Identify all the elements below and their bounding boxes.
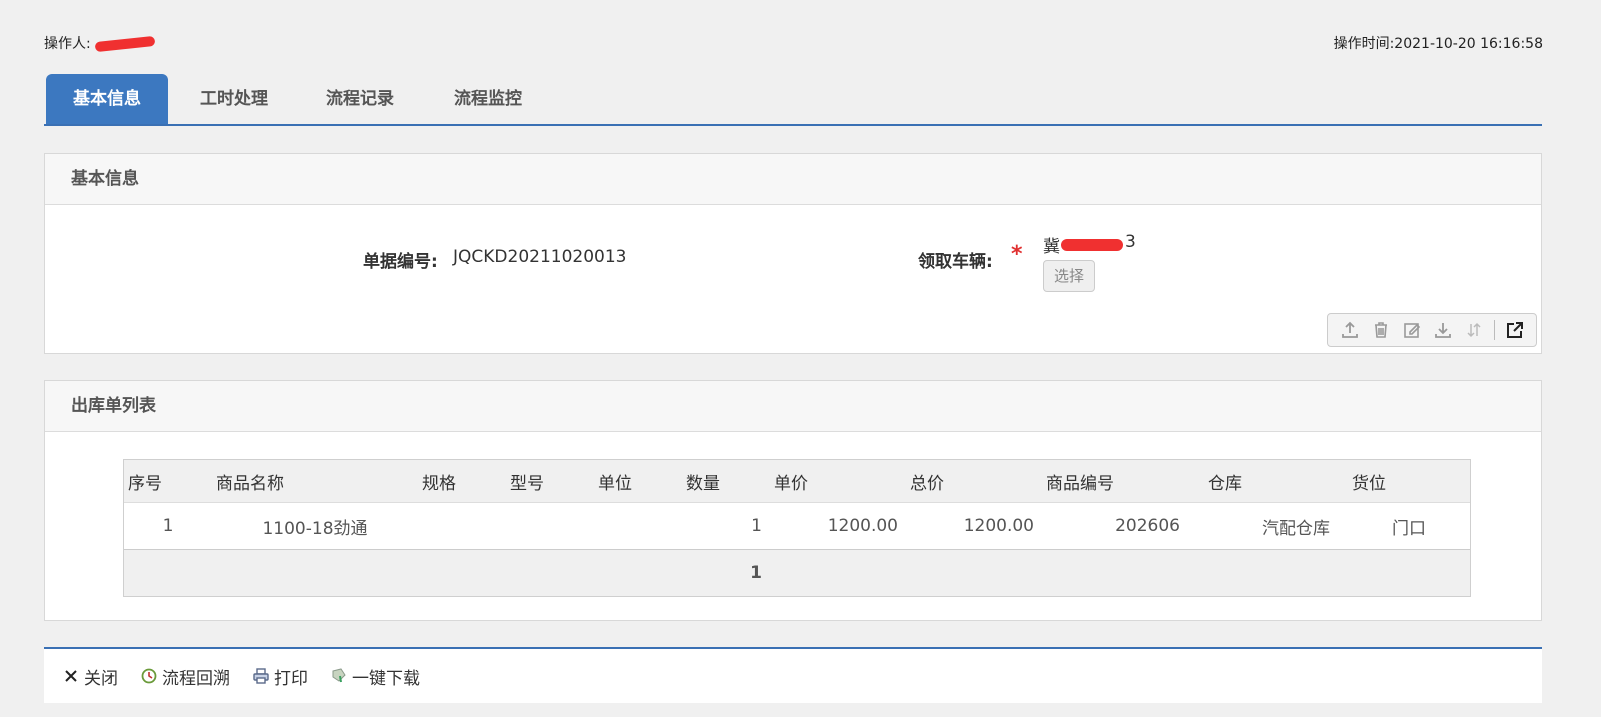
print-button[interactable]: 打印	[252, 664, 308, 689]
doc-no-value: JQCKD20211020013	[453, 247, 627, 267]
cell-code: 202606	[1042, 502, 1204, 550]
tab-bar: 基本信息 工时处理 流程记录 流程监控	[44, 74, 1542, 126]
process-trace-button[interactable]: 流程回溯	[140, 664, 230, 689]
close-icon	[62, 667, 80, 685]
tab-labor-hours[interactable]: 工时处理	[176, 74, 292, 124]
cell-name: 1100-18劲通	[212, 502, 418, 550]
process-trace-label: 流程回溯	[162, 668, 230, 689]
col-header[interactable]: 总价	[906, 460, 1042, 503]
sort-icon[interactable]	[1463, 319, 1485, 341]
printer-icon	[252, 667, 270, 685]
col-header[interactable]: 序号	[124, 460, 212, 503]
operator-info: 操作人:	[44, 33, 156, 53]
col-header[interactable]: 型号	[506, 460, 594, 503]
outbound-table: 序号 商品名称 规格 型号 单位 数量 单价 总价 商品编号 仓库 货位 1 1…	[123, 459, 1471, 597]
operation-time: 操作时间:2021-10-20 16:16:58	[1333, 36, 1543, 52]
trash-icon[interactable]	[1370, 319, 1392, 341]
upload-icon[interactable]	[1339, 319, 1361, 341]
close-button[interactable]: 关闭	[62, 664, 118, 689]
cell-total: 1200.00	[906, 502, 1042, 550]
col-header[interactable]: 仓库	[1204, 460, 1348, 503]
tab-process-records[interactable]: 流程记录	[302, 74, 418, 124]
footer-toolbar: 关闭 流程回溯 打印 一键下载	[44, 647, 1542, 703]
one-click-download-label: 一键下载	[352, 668, 420, 689]
outbound-list-panel: 出库单列表 序号 商品名称 规格 型号 单位 数量 单价 总价 商品编号 仓库	[44, 380, 1542, 621]
print-label: 打印	[274, 668, 308, 689]
cell-location: 门口	[1348, 502, 1470, 550]
basic-info-panel: 基本信息 单据编号: JQCKD20211020013 领取车辆: * 冀 3 …	[44, 153, 1542, 354]
edit-icon[interactable]	[1401, 319, 1423, 341]
doc-no-label: 单据编号:	[363, 252, 438, 272]
basic-info-panel-title: 基本信息	[45, 154, 1541, 205]
col-header[interactable]: 商品编号	[1042, 460, 1204, 503]
close-label: 关闭	[84, 668, 118, 689]
table-summary-row: 1	[124, 549, 1470, 596]
cell-unit	[594, 502, 682, 550]
redaction-mark	[94, 35, 156, 53]
select-vehicle-button[interactable]: 选择	[1043, 260, 1095, 292]
grid-toolbar	[1327, 313, 1537, 347]
download-icon[interactable]	[1432, 319, 1454, 341]
col-header[interactable]: 规格	[418, 460, 506, 503]
page-title-fragment	[660, 0, 880, 12]
table-header-row: 序号 商品名称 规格 型号 单位 数量 单价 总价 商品编号 仓库 货位	[124, 460, 1470, 503]
toolbar-divider	[1493, 320, 1495, 340]
cell-spec	[418, 502, 506, 550]
tab-process-monitor[interactable]: 流程监控	[430, 74, 546, 124]
external-link-icon[interactable]	[1504, 319, 1526, 341]
outbound-list-title: 出库单列表	[45, 381, 1541, 432]
col-header[interactable]: 数量	[682, 460, 770, 503]
col-header[interactable]: 商品名称	[212, 460, 418, 503]
one-click-download-button[interactable]: 一键下载	[330, 664, 420, 689]
vehicle-value-prefix: 冀	[1043, 237, 1060, 257]
download-icon	[330, 667, 348, 685]
history-icon	[140, 667, 158, 685]
table-row[interactable]: 1 1100-18劲通 1 1200.00 1200.00 202606 汽配仓…	[124, 502, 1470, 550]
vehicle-value-suffix: 3	[1125, 232, 1136, 252]
summary-qty: 1	[682, 549, 770, 596]
cell-model	[506, 502, 594, 550]
vehicle-redaction	[1061, 239, 1123, 251]
tab-basic-info[interactable]: 基本信息	[46, 74, 168, 124]
col-header[interactable]: 单位	[594, 460, 682, 503]
cell-seq: 1	[124, 502, 212, 550]
cell-warehouse: 汽配仓库	[1204, 502, 1348, 550]
col-header[interactable]: 单价	[770, 460, 906, 503]
cell-qty: 1	[682, 502, 770, 550]
operator-label: 操作人:	[44, 36, 91, 52]
col-header[interactable]: 货位	[1348, 460, 1470, 503]
required-mark: *	[1011, 242, 1023, 267]
cell-price: 1200.00	[770, 502, 906, 550]
vehicle-label: 领取车辆:	[918, 252, 993, 272]
